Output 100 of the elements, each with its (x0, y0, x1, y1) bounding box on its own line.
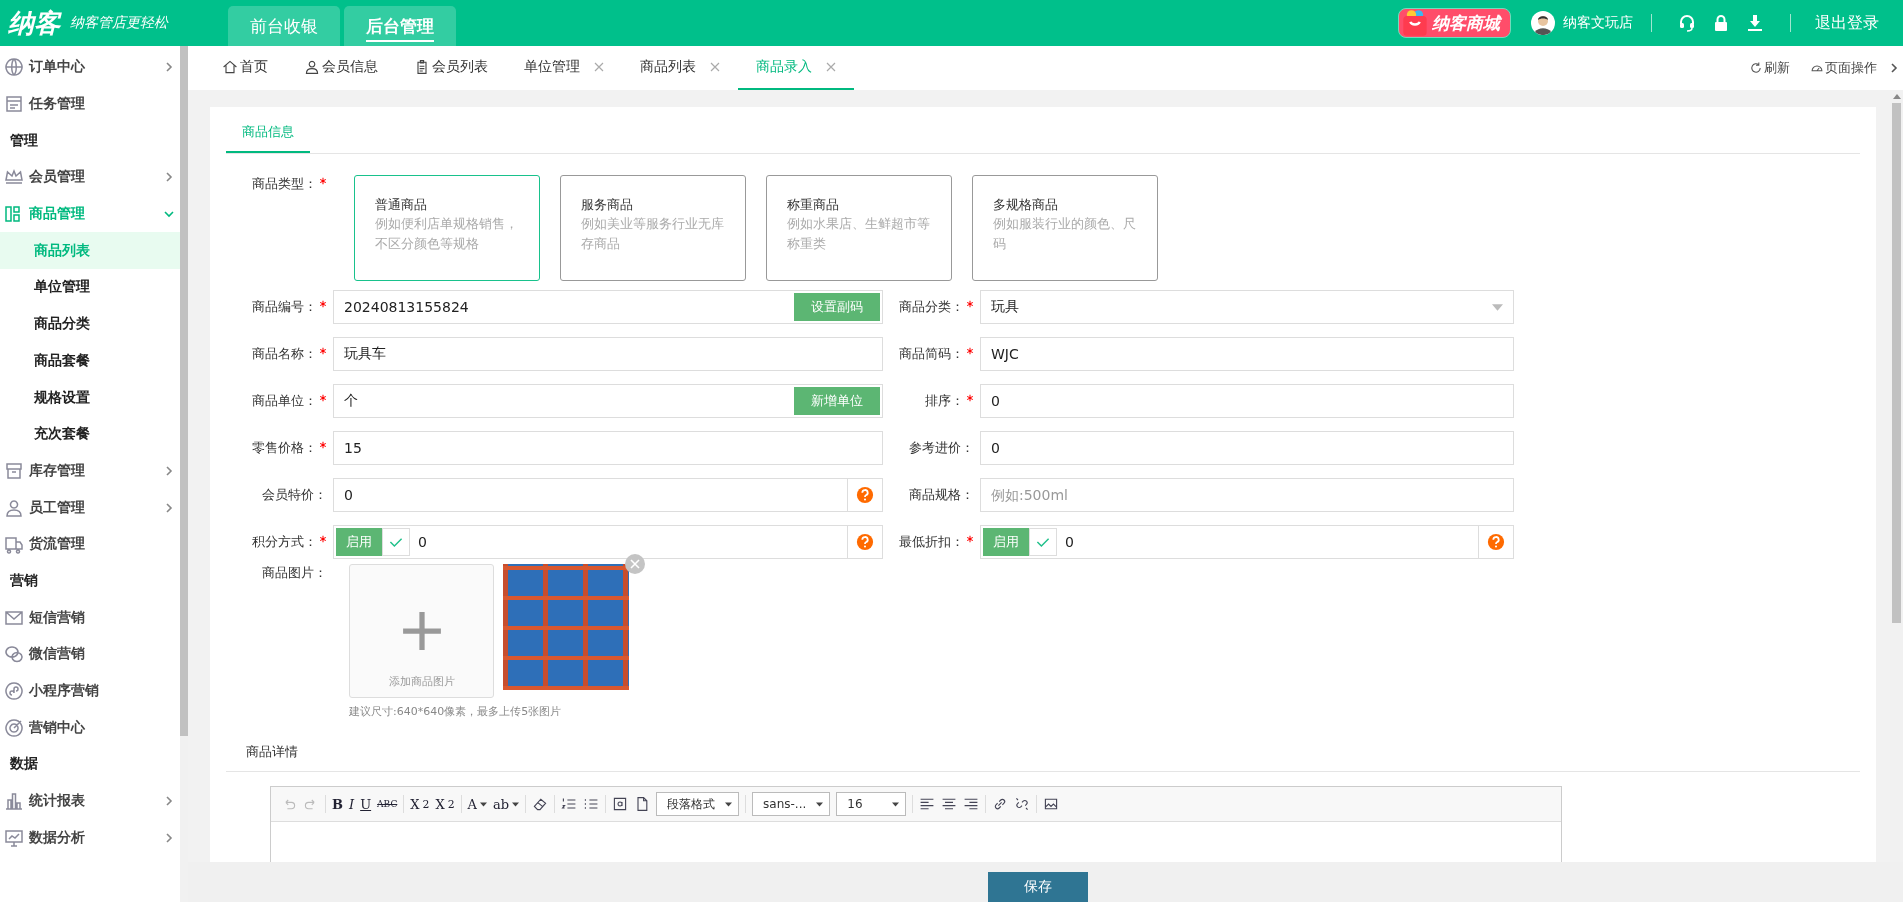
input-field[interactable]: 0 (983, 439, 1511, 457)
product-type-card[interactable]: 多规格商品 例如服装行业的颜色、尺码 (972, 175, 1158, 281)
field-label: 最低折扣： (899, 533, 964, 551)
toolbar-button[interactable]: I (349, 796, 355, 812)
help-icon[interactable] (1487, 533, 1505, 551)
field-label: 商品分类： (899, 298, 964, 316)
image-icon[interactable] (1043, 796, 1060, 812)
close-icon[interactable] (625, 554, 645, 574)
headset-icon[interactable] (1677, 13, 1697, 33)
type-description: 例如服装行业的颜色、尺码 (993, 215, 1137, 253)
input-field[interactable]: 例如:500ml (983, 486, 1511, 504)
form-field[interactable]: 20240813155824 设置副码 (333, 290, 883, 324)
form-field[interactable]: 15 (333, 431, 883, 465)
toolbar-button[interactable]: A (467, 796, 487, 812)
form-field[interactable]: 玩具 (980, 290, 1514, 324)
toolbar-button[interactable]: ABC (377, 799, 398, 809)
input-field[interactable]: 0 (336, 486, 847, 504)
help-icon[interactable] (856, 533, 874, 551)
sidebar-item[interactable]: 短信营销 (0, 599, 180, 636)
sidebar-item[interactable]: 数据分析 (0, 819, 180, 857)
product-type-card[interactable]: 服务商品 例如美业等服务行业无库存商品 (560, 175, 746, 281)
sidebar-subitem[interactable]: 单位管理 (0, 269, 180, 306)
close-icon[interactable] (826, 62, 836, 72)
tab-action[interactable]: 页面操作 (1810, 46, 1877, 90)
form-field[interactable]: 启用 0 (333, 525, 883, 559)
page-tab[interactable]: 会员列表 (396, 46, 506, 90)
input-field[interactable]: 个 (336, 392, 794, 410)
input-field[interactable]: WJC (983, 345, 1511, 363)
align-left-icon[interactable] (919, 796, 936, 812)
sidebar-subitem[interactable]: 商品套餐 (0, 342, 180, 380)
chevron-down-icon (164, 209, 174, 220)
toolbar-dropdown[interactable]: 16 (836, 792, 907, 816)
sidebar-item[interactable]: 统计报表 (0, 782, 180, 820)
chevron-right-icon (164, 172, 174, 183)
input-field[interactable]: 玩具车 (336, 345, 880, 363)
input-field[interactable]: 0 (410, 533, 847, 551)
form-field[interactable]: 玩具车 (333, 337, 883, 371)
input-field[interactable]: 0 (983, 392, 1511, 410)
sidebar-item[interactable]: 微信营销 (0, 636, 180, 673)
chevron-right-icon[interactable] (1889, 63, 1899, 73)
form-field[interactable]: WJC (980, 337, 1514, 371)
toggle-label: 启用 (336, 528, 382, 556)
save-button[interactable]: 保存 (987, 872, 1088, 902)
product-type-card[interactable]: 称重商品 例如水果店、生鲜超市等称重类 (766, 175, 952, 281)
form-field[interactable]: 0 (980, 384, 1514, 418)
close-icon[interactable] (710, 62, 720, 72)
sidebar-item[interactable]: 订单中心 (0, 49, 180, 86)
toolbar-dropdown[interactable]: sans-... (752, 792, 831, 816)
close-icon[interactable] (594, 62, 604, 72)
anchor-box-icon[interactable] (612, 796, 629, 812)
sidebar-group-heading: 营销 (9, 570, 39, 590)
sidebar-subitem[interactable]: 商品分类 (0, 305, 180, 343)
form-field[interactable]: 个 新增单位 (333, 384, 883, 418)
bar-chart-icon (4, 791, 24, 812)
help-icon[interactable] (856, 486, 874, 504)
sidebar-item[interactable]: 任务管理 (0, 85, 180, 123)
monitor-chart-icon (4, 827, 24, 848)
toolbar-button[interactable]: B (332, 796, 343, 812)
page-tab[interactable]: 单位管理 (506, 46, 622, 90)
chevron-right-icon (164, 832, 174, 843)
field-label: 会员特价： (262, 486, 327, 504)
scroll-up-icon[interactable] (1892, 94, 1901, 99)
form-field[interactable]: 例如:500ml (980, 478, 1514, 512)
form-field[interactable]: 0 (333, 478, 883, 512)
sidebar-item[interactable]: 货流管理 (0, 525, 180, 563)
type-title: 多规格商品 (993, 196, 1059, 214)
sidebar-item[interactable]: 库存管理 (0, 452, 180, 490)
page-tab[interactable]: 会员信息 (286, 46, 396, 90)
input-field[interactable]: 15 (336, 439, 880, 457)
eraser-icon[interactable] (532, 796, 549, 812)
toolbar-button[interactable]: ab (493, 796, 520, 812)
unlink-icon[interactable] (1014, 796, 1031, 812)
sidebar-subitem[interactable]: 充次套餐 (0, 415, 180, 453)
tab-action[interactable]: 刷新 (1749, 46, 1790, 90)
ordered-list-icon[interactable] (561, 796, 578, 812)
page-tab[interactable]: 首页 (204, 46, 286, 90)
input-field[interactable]: 0 (1057, 533, 1478, 551)
align-right-icon[interactable] (963, 796, 980, 812)
toolbar-button[interactable]: U (360, 796, 372, 812)
align-center-icon[interactable] (941, 796, 958, 812)
page-tab[interactable]: 商品列表 (622, 46, 738, 90)
toolbar-dropdown[interactable]: 段落格式 (656, 792, 740, 816)
form-field[interactable]: 启用 0 (980, 525, 1514, 559)
sidebar-item[interactable]: 员工管理 (0, 489, 180, 526)
sidebar-item[interactable]: 营销中心 (0, 709, 180, 747)
field-label: 商品单位： (252, 392, 317, 410)
field-label: 商品编号： (252, 298, 317, 316)
checkbox[interactable] (1029, 528, 1057, 556)
download-icon[interactable] (1745, 13, 1765, 33)
product-type-card[interactable]: 普通商品 例如便利店单规格销售，不区分颜色等规格 (354, 175, 540, 281)
bulleted-list-icon[interactable] (583, 796, 600, 812)
input-field[interactable]: 20240813155824 (336, 298, 794, 316)
checkbox[interactable] (382, 528, 410, 556)
scrollbar[interactable] (180, 46, 188, 902)
sidebar-subitem[interactable]: 规格设置 (0, 379, 180, 416)
chevron-right-icon (164, 62, 174, 73)
input-field[interactable]: 玩具 (983, 298, 1492, 316)
sidebar-item[interactable]: 小程序营销 (0, 672, 180, 710)
form-field[interactable]: 0 (980, 431, 1514, 465)
sidebar-item[interactable]: 会员管理 (0, 159, 180, 196)
